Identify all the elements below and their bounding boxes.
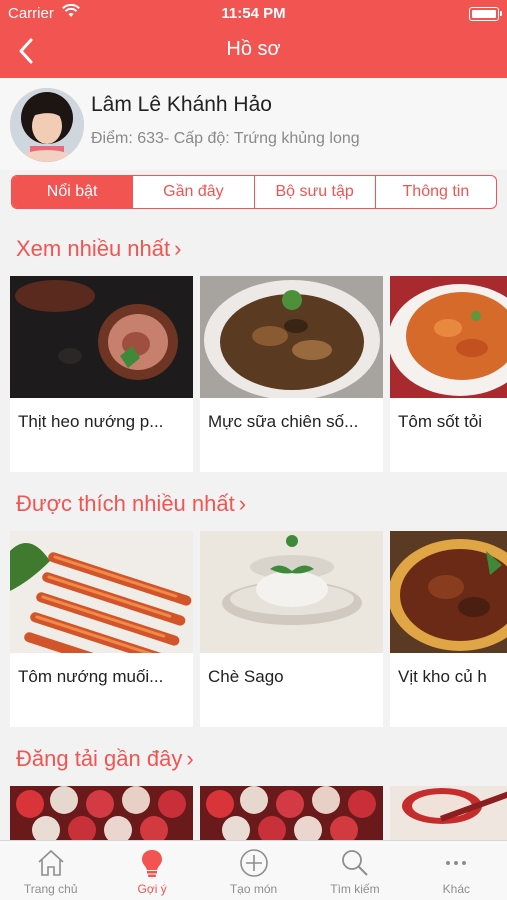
profile-segment-control: Nổi bật Gần đây Bộ sưu tập Thông tin bbox=[11, 175, 497, 209]
recipe-title: Thịt heo nướng p... bbox=[18, 412, 164, 431]
chevron-right-icon: › bbox=[174, 236, 182, 261]
recipe-card[interactable]: Chè Sago bbox=[200, 531, 383, 727]
recipe-image bbox=[200, 276, 383, 398]
chevron-right-icon: › bbox=[186, 746, 194, 771]
recipe-image bbox=[200, 786, 383, 840]
segment-collection[interactable]: Bộ sưu tập bbox=[255, 176, 376, 208]
section-title-label: Xem nhiều nhất bbox=[16, 236, 171, 261]
profile-name: Lâm Lê Khánh Hảo bbox=[91, 93, 272, 116]
clock: 11:54 PM bbox=[221, 5, 286, 22]
recipe-title: Tôm nướng muối... bbox=[18, 667, 164, 686]
tab-label: Trang chủ bbox=[23, 882, 78, 896]
navigation-bar: Carrier 11:54 PM Hồ sơ bbox=[0, 0, 507, 78]
recipe-title: Vịt kho củ h bbox=[398, 667, 487, 686]
battery-icon bbox=[469, 7, 502, 21]
recipe-card[interactable] bbox=[200, 786, 383, 840]
recipe-card[interactable] bbox=[390, 786, 507, 840]
status-bar: Carrier 11:54 PM bbox=[0, 0, 507, 28]
recipe-image bbox=[390, 531, 507, 653]
recipe-image bbox=[10, 786, 193, 840]
tab-suggestions[interactable]: Gợi ý bbox=[101, 841, 202, 900]
section-title-label: Được thích nhiều nhất bbox=[16, 491, 235, 516]
recipe-card[interactable]: Mực sữa chiên số... bbox=[200, 276, 383, 472]
most-liked-row: Tôm nướng muối... Chè Sago Vịt kho củ h bbox=[10, 531, 507, 727]
add-circle-icon bbox=[239, 849, 268, 877]
recipe-card[interactable]: Tôm sốt tỏi bbox=[390, 276, 507, 472]
recipe-card[interactable]: Vịt kho củ h bbox=[390, 531, 507, 727]
lightbulb-icon bbox=[142, 850, 163, 877]
tab-home[interactable]: Trang chủ bbox=[0, 841, 101, 900]
segment-recent[interactable]: Gần đây bbox=[133, 176, 255, 208]
search-icon bbox=[342, 850, 368, 876]
tab-label: Tạo món bbox=[229, 882, 278, 896]
recipe-image bbox=[390, 786, 507, 840]
more-icon bbox=[446, 861, 467, 865]
section-most-viewed-title[interactable]: Xem nhiều nhất › bbox=[16, 236, 181, 262]
tab-label: Khác bbox=[442, 882, 470, 896]
recipe-card[interactable] bbox=[10, 786, 193, 840]
segment-info[interactable]: Thông tin bbox=[376, 176, 496, 208]
most-viewed-row: Thịt heo nướng p... Mực sữa chiên số... bbox=[10, 276, 507, 472]
avatar[interactable] bbox=[10, 88, 84, 162]
tab-search[interactable]: Tìm kiếm bbox=[304, 841, 405, 900]
recipe-image bbox=[10, 531, 193, 653]
recipe-image bbox=[10, 276, 193, 398]
profile-score-level: Điểm: 633- Cấp độ: Trứng khủng long bbox=[91, 130, 360, 147]
segment-featured[interactable]: Nổi bật bbox=[12, 176, 134, 208]
recipe-title: Tôm sốt tỏi bbox=[398, 412, 483, 431]
home-icon bbox=[38, 849, 64, 876]
tab-bar: Trang chủ Gợi ý Tạo món Tìm kiếm Khác bbox=[0, 840, 507, 900]
recipe-image bbox=[200, 531, 383, 653]
chevron-right-icon: › bbox=[238, 491, 247, 516]
tab-label: Tìm kiếm bbox=[330, 882, 380, 896]
tab-label: Gợi ý bbox=[137, 882, 167, 896]
recent-uploads-row bbox=[10, 786, 507, 840]
page-title: Hồ sơ bbox=[226, 38, 281, 60]
section-most-liked-title[interactable]: Được thích nhiều nhất › bbox=[16, 491, 246, 517]
tab-create[interactable]: Tạo món bbox=[203, 841, 304, 900]
recipe-image bbox=[390, 276, 507, 398]
tab-more[interactable]: Khác bbox=[406, 841, 507, 900]
recipe-title: Chè Sago bbox=[208, 667, 284, 686]
profile-header: Lâm Lê Khánh Hảo Điểm: 633- Cấp độ: Trứn… bbox=[0, 78, 507, 170]
section-title-label: Đăng tải gần đây bbox=[16, 746, 183, 771]
section-recent-uploads-title[interactable]: Đăng tải gần đây › bbox=[16, 746, 194, 772]
recipe-card[interactable]: Tôm nướng muối... bbox=[10, 531, 193, 727]
recipe-card[interactable]: Thịt heo nướng p... bbox=[10, 276, 193, 472]
recipe-title: Mực sữa chiên số... bbox=[208, 412, 359, 431]
